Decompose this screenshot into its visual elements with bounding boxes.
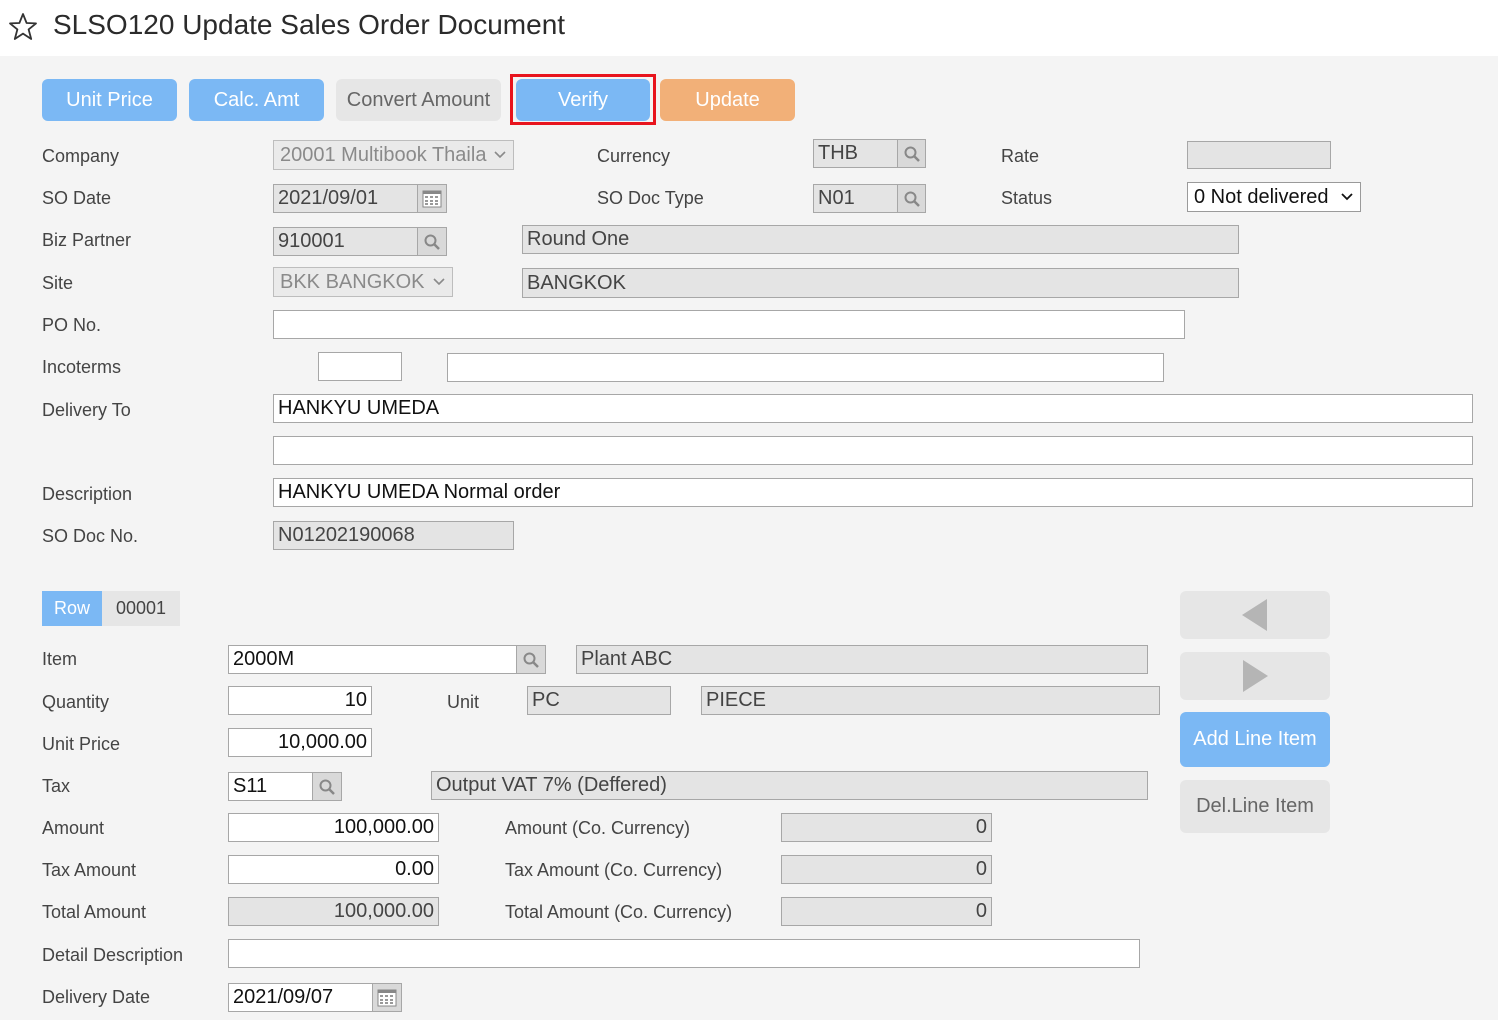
total-amount-co-label: Total Amount (Co. Currency) [505, 902, 733, 922]
convert-amount-button[interactable]: Convert Amount [336, 79, 501, 121]
quantity-input[interactable]: 10 [228, 686, 372, 715]
unit-code-field: PC [527, 686, 671, 715]
next-row-button[interactable] [1180, 652, 1330, 700]
unit-price-button[interactable]: Unit Price [42, 79, 177, 121]
currency-field[interactable]: THB [813, 139, 898, 168]
triangle-left-icon [1242, 599, 1267, 631]
site-select[interactable]: BKK BANGKOK [273, 267, 453, 297]
item-lookup-button[interactable] [516, 645, 546, 674]
description-input[interactable]: HANKYU UMEDA Normal order [273, 478, 1473, 507]
chevron-down-icon [1341, 193, 1353, 201]
so-date-label: SO Date [42, 188, 112, 208]
delete-line-item-button[interactable]: Del.Line Item [1180, 780, 1330, 833]
chevron-down-icon [433, 278, 445, 286]
magnifier-icon [424, 234, 440, 250]
site-label: Site [42, 273, 74, 293]
verify-highlight-frame [510, 74, 656, 125]
status-select[interactable]: 0 Not delivered [1187, 182, 1361, 212]
amount-label: Amount [42, 818, 105, 838]
quantity-label: Quantity [42, 692, 110, 712]
company-value: 20001 Multibook Thaila [280, 143, 487, 166]
delivery-date-calendar-button[interactable] [372, 983, 402, 1012]
tax-label: Tax [42, 776, 71, 796]
detail-description-label: Detail Description [42, 945, 184, 965]
add-line-item-button[interactable]: Add Line Item [1180, 712, 1330, 767]
tax-amount-input[interactable]: 0.00 [228, 855, 439, 884]
triangle-right-icon [1243, 660, 1268, 692]
magnifier-icon [904, 191, 920, 207]
chevron-down-icon [494, 151, 506, 159]
tax-code-input[interactable]: S11 [228, 772, 313, 801]
incoterms-label: Incoterms [42, 357, 122, 377]
so-date-calendar-button[interactable] [417, 184, 447, 213]
magnifier-icon [319, 779, 335, 795]
item-label: Item [42, 649, 78, 669]
delivery-to-label: Delivery To [42, 400, 131, 420]
company-select[interactable]: 20001 Multibook Thaila [273, 140, 514, 170]
delivery-date-label: Delivery Date [42, 987, 151, 1007]
item-input[interactable]: 2000M [228, 645, 517, 674]
amount-co-field: 0 [781, 813, 992, 842]
tax-amount-label: Tax Amount [42, 860, 137, 880]
so-doc-no-label: SO Doc No. [42, 526, 139, 546]
calendar-icon [377, 989, 397, 1006]
biz-partner-lookup-button[interactable] [417, 227, 447, 256]
po-no-input[interactable] [273, 310, 1185, 339]
calendar-icon [422, 190, 442, 207]
incoterms-code-input[interactable] [318, 352, 402, 381]
delivery-to-line1-input[interactable]: HANKYU UMEDA [273, 394, 1473, 423]
tax-name-field: Output VAT 7% (Deffered) [431, 771, 1148, 800]
total-amount-label: Total Amount [42, 902, 147, 922]
tax-amount-co-label: Tax Amount (Co. Currency) [505, 860, 723, 880]
rate-label: Rate [1001, 146, 1040, 166]
magnifier-icon [904, 146, 920, 162]
currency-label: Currency [597, 146, 671, 166]
star-icon[interactable] [8, 12, 38, 42]
so-doc-type-field[interactable]: N01 [813, 184, 898, 213]
detail-description-input[interactable] [228, 939, 1140, 968]
row-number: 00001 [102, 591, 180, 626]
site-name-field: BANGKOK [522, 268, 1239, 298]
so-doc-no-field: N01202190068 [273, 521, 514, 550]
amount-co-label: Amount (Co. Currency) [505, 818, 691, 838]
row-label: Row [42, 591, 102, 626]
so-date-field[interactable]: 2021/09/01 [273, 184, 418, 213]
status-value: 0 Not delivered [1194, 185, 1329, 208]
biz-partner-name-field: Round One [522, 225, 1239, 254]
po-no-label: PO No. [42, 315, 102, 335]
site-value: BKK BANGKOK [280, 270, 425, 293]
description-label: Description [42, 484, 133, 504]
magnifier-icon [523, 652, 539, 668]
calc-amt-button[interactable]: Calc. Amt [189, 79, 324, 121]
company-label: Company [42, 146, 120, 166]
currency-lookup-button[interactable] [897, 139, 926, 168]
item-name-field: Plant ABC [576, 645, 1148, 674]
tax-lookup-button[interactable] [312, 772, 342, 801]
total-amount-field: 100,000.00 [228, 897, 439, 926]
biz-partner-label: Biz Partner [42, 230, 132, 250]
unit-price-label: Unit Price [42, 734, 121, 754]
previous-row-button[interactable] [1180, 591, 1330, 639]
amount-input[interactable]: 100,000.00 [228, 813, 439, 842]
title-bar: SLSO120 Update Sales Order Document [0, 0, 1498, 56]
so-doc-type-lookup-button[interactable] [897, 184, 926, 213]
delivery-date-input[interactable]: 2021/09/07 [228, 983, 373, 1012]
biz-partner-field[interactable]: 910001 [273, 227, 418, 256]
page-title: SLSO120 Update Sales Order Document [53, 9, 566, 40]
delivery-to-line2-input[interactable] [273, 436, 1473, 465]
total-amount-co-field: 0 [781, 897, 992, 926]
tax-amount-co-field: 0 [781, 855, 992, 884]
unit-price-input[interactable]: 10,000.00 [228, 728, 372, 757]
status-label: Status [1001, 188, 1053, 208]
unit-name-field: PIECE [701, 686, 1160, 715]
incoterms-desc-input[interactable] [447, 353, 1164, 382]
rate-field[interactable] [1187, 141, 1331, 169]
so-doc-type-label: SO Doc Type [597, 188, 704, 208]
unit-label: Unit [447, 692, 480, 712]
update-button[interactable]: Update [660, 79, 795, 121]
